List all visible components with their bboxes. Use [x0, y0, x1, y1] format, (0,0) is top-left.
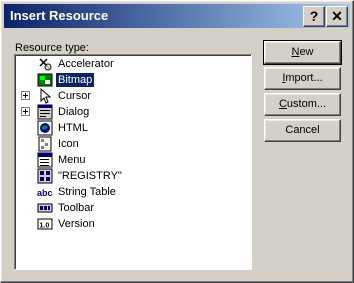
list-item-label: HTML [58, 122, 88, 134]
menu-icon [37, 152, 53, 168]
expand-plus-icon[interactable] [21, 91, 30, 100]
list-item-label: Version [58, 218, 95, 230]
resource-type-list[interactable]: Accelerator Bitmap Cursor Dialog HTML Ic… [14, 54, 252, 270]
svg-text:1.0: 1.0 [40, 223, 50, 230]
list-item-accelerator[interactable]: Accelerator [15, 56, 251, 72]
version-icon: 1.0 [37, 216, 53, 232]
list-item-label: Toolbar [58, 202, 95, 214]
list-item-dialog[interactable]: Dialog [15, 104, 251, 120]
dialog-title: Insert Resource [10, 8, 109, 23]
list-item-label: String Table [58, 186, 116, 198]
cancel-button[interactable]: Cancel [264, 119, 341, 142]
list-item-version[interactable]: 1.0 Version [15, 216, 251, 232]
list-item-icon[interactable]: Icon [15, 136, 251, 152]
resource-type-label: Resource type: [15, 42, 89, 54]
list-item-html[interactable]: HTML [15, 120, 251, 136]
html-icon [37, 120, 53, 136]
list-item-label: Menu [58, 154, 86, 166]
list-item-registry[interactable]: "REGISTRY" [15, 168, 251, 184]
list-item-label: Bitmap [54, 72, 96, 88]
custom-button-mnemonic: C [278, 98, 287, 110]
question-mark-icon: ? [309, 8, 319, 24]
svg-text:abc: abc [37, 188, 53, 198]
bitmap-icon [37, 72, 53, 88]
list-item-label: Dialog [58, 106, 90, 118]
list-item-label: Icon [58, 138, 79, 150]
list-item-toolbar[interactable]: Toolbar [15, 200, 251, 216]
import-button[interactable]: Import... [264, 67, 341, 90]
close-x-icon: ✕ [331, 8, 343, 24]
close-button[interactable]: ✕ [326, 6, 348, 27]
title-bar[interactable]: Insert Resource ? ✕ [4, 4, 350, 28]
list-item-string-table[interactable]: abc String Table [15, 184, 251, 200]
icon-resource-icon [37, 136, 53, 152]
insert-resource-dialog: Insert Resource ? ✕ Resource type: Accel… [0, 0, 354, 283]
new-button[interactable]: New [263, 40, 342, 65]
list-item-menu[interactable]: Menu [15, 152, 251, 168]
custom-button[interactable]: Custom... [264, 93, 341, 116]
cursor-icon [37, 87, 53, 104]
new-button-label: ew [299, 46, 314, 58]
list-item-label: Cursor [58, 90, 92, 102]
list-item-label: "REGISTRY" [58, 170, 122, 182]
custom-button-label: ustom... [286, 98, 327, 110]
import-button-label: mport... [285, 72, 323, 84]
registry-icon [37, 168, 53, 184]
dialog-icon [37, 104, 53, 120]
list-item-cursor[interactable]: Cursor [15, 87, 251, 104]
string-table-icon: abc [37, 184, 53, 200]
toolbar-icon [37, 200, 53, 216]
list-item-bitmap[interactable]: Bitmap [15, 72, 251, 88]
help-button[interactable]: ? [303, 6, 325, 27]
expand-plus-icon[interactable] [21, 107, 30, 116]
accelerator-icon [37, 56, 53, 72]
list-item-label: Accelerator [58, 58, 114, 70]
